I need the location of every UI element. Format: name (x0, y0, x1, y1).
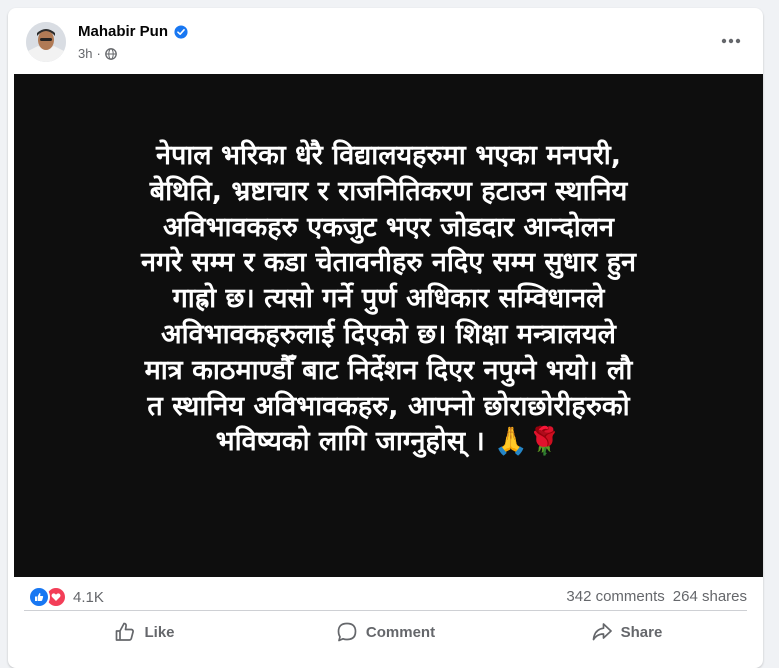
image-text-line: नेपाल भरिका धेरै विद्यालयहरुमा भएका मनपर… (155, 140, 621, 171)
reactions-count: 4.1K (73, 588, 104, 606)
image-text-line: त स्थानिय अविभावकहरु, आफ्नो छोराछोरीहरुक… (147, 390, 630, 422)
post-meta: 3h · (78, 46, 117, 61)
image-text-line: अविभावकहरु एकजुट भएर जोडदार आन्दोलन (162, 211, 615, 243)
post-header: Mahabir Pun 3h · (8, 8, 763, 74)
image-text-line: भविष्यको लागि जाग्नुहोस् । 🙏🌹 (215, 426, 562, 458)
like-label: Like (144, 623, 175, 641)
thumbs-up-icon (35, 593, 44, 601)
share-icon (592, 623, 612, 641)
reactions-summary[interactable]: 4.1K (28, 586, 104, 608)
post-stats: 4.1K 342 comments 264 shares (8, 584, 763, 610)
share-button[interactable]: Share (506, 614, 747, 650)
comment-button[interactable]: Comment (265, 614, 506, 650)
shares-count[interactable]: 264 shares (673, 588, 747, 605)
image-text-line: अविभावकहरुलाई दिएको छ। शिक्षा मन्त्रालयल… (161, 318, 616, 350)
post-time[interactable]: 3h (78, 46, 92, 61)
action-bar: Like Comment Share (24, 614, 747, 650)
engagement-counts: 342 comments 264 shares (566, 588, 747, 605)
image-text-line: गाह्रो छ। त्यसो गर्ने पुर्ण अधिकार सम्वि… (172, 283, 605, 315)
post-card: Mahabir Pun 3h · नेपाल भरिका धेरै विद्या… (8, 8, 763, 668)
avatar[interactable] (26, 22, 66, 62)
thumbs-up-icon (116, 622, 135, 641)
verified-badge-icon (174, 24, 188, 39)
share-label: Share (620, 623, 663, 641)
image-text-line: मात्र काठमाण्डौँ बाट निर्देशन दिएर नपुग्… (144, 354, 633, 386)
image-text-line: नगरे सम्म र कडा चेतावनीहरु नदिए सम्म सुध… (140, 247, 637, 279)
comments-count[interactable]: 342 comments (566, 588, 664, 605)
image-text-line: बेथिति, भ्रष्टाचार र राजनितिकरण हटाउन स्… (149, 175, 628, 207)
avatar-image (26, 22, 66, 62)
like-reaction-icon (28, 586, 50, 608)
image-text: नेपाल भरिका धेरै विद्यालयहरुमा भएका मनपर… (74, 138, 703, 460)
author-row: Mahabir Pun (78, 23, 188, 40)
comment-icon (337, 622, 357, 642)
comment-label: Comment (365, 623, 436, 641)
like-button[interactable]: Like (24, 614, 265, 650)
post-image[interactable]: नेपाल भरिका धेरै विद्यालयहरुमा भएका मनपर… (14, 74, 763, 577)
author-name[interactable]: Mahabir Pun (78, 23, 168, 40)
more-options-icon (721, 38, 741, 44)
divider (24, 610, 747, 611)
heart-icon (51, 593, 61, 601)
globe-icon[interactable] (104, 47, 117, 60)
more-options-button[interactable] (713, 26, 749, 56)
meta-separator: · (96, 46, 101, 61)
